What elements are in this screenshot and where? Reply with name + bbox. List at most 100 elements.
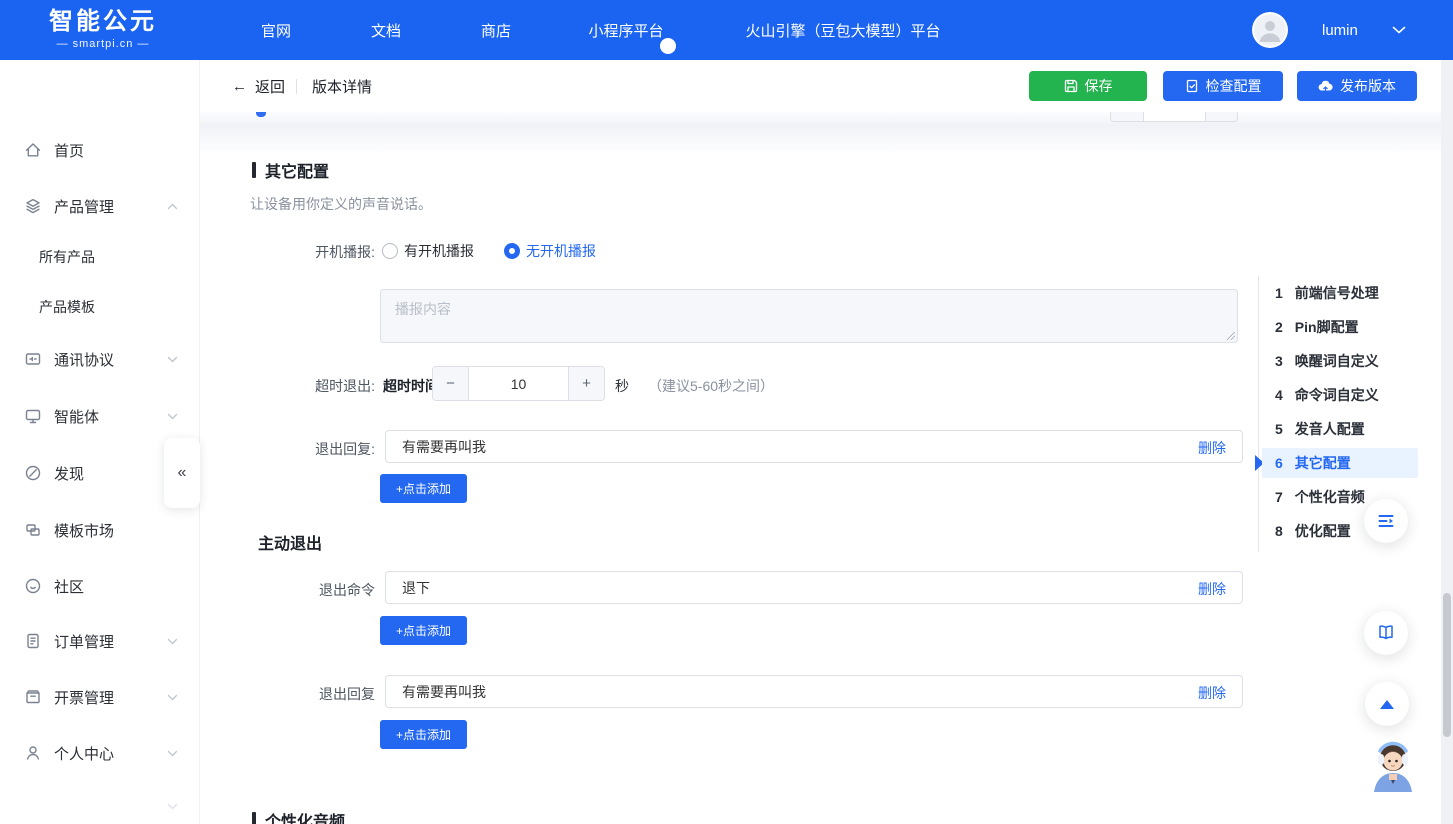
sidebar-item-protocol[interactable]: 通讯协议 (0, 339, 200, 379)
exit-command-input[interactable] (386, 572, 1162, 603)
sidebar-item-product-templates[interactable]: 产品模板 (0, 287, 200, 327)
anchor-item-2[interactable]: 2 Pin脚配置 (1262, 312, 1418, 342)
topnav-official-site[interactable]: 官网 (261, 0, 291, 60)
anchor-num: 6 (1275, 455, 1283, 471)
broadcast-content-textarea[interactable] (381, 290, 1237, 342)
brand-logo[interactable]: 智能公元 — smartpi.cn — (38, 7, 168, 51)
layers-icon (24, 197, 42, 215)
page-header: ← 返回 版本详情 保存 检查配置 发布版本 (200, 60, 1453, 112)
sidebar-item-template-market[interactable]: 模板市场 (0, 510, 200, 550)
sidebar-item-all-products[interactable]: 所有产品 (0, 237, 200, 277)
anchor-num: 5 (1275, 421, 1283, 437)
delete-link[interactable]: 删除 (1198, 579, 1226, 599)
radio-has-label: 有开机播报 (404, 241, 474, 261)
section-title-bar (252, 812, 256, 824)
radio-unchecked-icon[interactable] (382, 243, 398, 259)
chevron-down-icon (167, 750, 178, 757)
anchor-item-3[interactable]: 3 唤醒词自定义 (1262, 346, 1418, 376)
sidebar-item-label: 模板市场 (54, 520, 114, 541)
back-to-top-button[interactable] (1365, 682, 1409, 726)
home-icon (24, 141, 42, 159)
publish-version-button[interactable]: 发布版本 (1297, 71, 1417, 101)
radio-option-has-broadcast[interactable]: 有开机播报 (382, 241, 474, 261)
anchor-label: 优化配置 (1295, 521, 1351, 541)
protocol-icon (24, 350, 42, 368)
anchor-label: 命令词自定义 (1295, 385, 1379, 405)
sidebar-item-community[interactable]: 社区 (0, 566, 200, 606)
up-arrow-icon (1380, 700, 1394, 709)
section-title-personal-audio: 个性化音频 (252, 808, 345, 824)
invoice-icon (24, 688, 42, 706)
exit-reply-input[interactable] (386, 431, 1162, 462)
topnav-store[interactable]: 商店 (481, 0, 511, 60)
topnav-miniprogram[interactable]: 小程序平台 (588, 0, 663, 60)
assistant-mascot[interactable] (1364, 736, 1422, 794)
topnav-docs[interactable]: 文档 (371, 0, 401, 60)
section-title-bar (252, 162, 256, 178)
section-title-other-config: 其它配置 (252, 158, 329, 182)
sidebar-item-label: 首页 (54, 140, 84, 161)
docs-help-button[interactable] (1364, 611, 1408, 655)
sidebar-item-label: 发现 (54, 463, 84, 484)
add-reply-button[interactable]: +点击添加 (380, 474, 467, 503)
main-content: 其它配置 让设备用你定义的声音说话。 开机播报: 有开机播报 无开机播报 超时退… (200, 112, 1453, 824)
delete-link[interactable]: 删除 (1198, 438, 1226, 458)
collapse-glyph: « (178, 464, 187, 482)
outline-toggle-button[interactable] (1364, 499, 1408, 543)
anchor-item-5[interactable]: 5 发音人配置 (1262, 414, 1418, 444)
delete-link[interactable]: 删除 (1198, 683, 1226, 703)
anchor-item-6-active[interactable]: 6 其它配置 (1262, 448, 1418, 478)
radio-checked-icon[interactable] (504, 243, 520, 259)
anchor-label: 发音人配置 (1295, 419, 1365, 439)
sidebar-item-agent[interactable]: 智能体 (0, 396, 200, 436)
sidebar-item-invoicing[interactable]: 开票管理 (0, 677, 200, 717)
exit-reply2-input[interactable] (386, 676, 1162, 707)
sidebar-item-label: 社区 (54, 576, 84, 597)
add-reply2-button[interactable]: +点击添加 (380, 720, 467, 749)
next-section-title-text: 个性化音频 (265, 808, 345, 824)
back-button[interactable]: ← 返回 (232, 60, 285, 112)
sidebar-item-profile[interactable]: 个人中心 (0, 733, 200, 773)
check-config-label: 检查配置 (1206, 76, 1262, 96)
user-icon (24, 744, 42, 762)
sidebar-item-home[interactable]: 首页 (0, 130, 200, 170)
section-title-text: 其它配置 (265, 158, 329, 182)
scrollbar-track[interactable] (1441, 60, 1453, 824)
stepper-minus-button[interactable]: − (433, 367, 469, 400)
stepper-plus-button[interactable]: + (568, 367, 604, 400)
anchor-nav-line (1258, 276, 1259, 552)
chevron-down-icon (167, 638, 178, 645)
chevron-down-icon[interactable] (1392, 26, 1406, 34)
topbar: 智能公元 — smartpi.cn — 官网 文档 商店 小程序平台 火山引擎（… (0, 0, 1453, 60)
user-avatar[interactable] (1252, 12, 1288, 48)
radio-option-no-broadcast[interactable]: 无开机播报 (504, 241, 596, 261)
scrollbar-thumb[interactable] (1443, 593, 1451, 737)
clipped-stepper (1110, 112, 1238, 122)
chevron-down-icon (167, 413, 178, 420)
add-command-button[interactable]: +点击添加 (380, 616, 467, 645)
sidebar-item-label: 开票管理 (54, 687, 114, 708)
anchor-item-1[interactable]: 1 前端信号处理 (1262, 278, 1418, 308)
radio-none-label: 无开机播报 (526, 241, 596, 261)
open-book-icon (1376, 623, 1396, 643)
save-icon (1064, 79, 1078, 93)
compass-icon (24, 464, 42, 482)
username-label[interactable]: lumin (1322, 0, 1358, 60)
save-button[interactable]: 保存 (1029, 71, 1147, 101)
anchor-item-4[interactable]: 4 命令词自定义 (1262, 380, 1418, 410)
check-config-button[interactable]: 检查配置 (1163, 71, 1283, 101)
sidebar-item-product-management[interactable]: 产品管理 (0, 186, 200, 226)
publish-version-label: 发布版本 (1340, 76, 1396, 96)
brand-title: 智能公元 (38, 7, 168, 37)
anchor-label: 唤醒词自定义 (1295, 351, 1379, 371)
sidebar-collapse-button[interactable]: « (164, 438, 200, 508)
topnav-volcengine[interactable]: 火山引擎（豆包大模型）平台 (745, 0, 940, 60)
timeout-unit-label: 秒 (615, 376, 629, 396)
exit-reply-field: 删除 (385, 430, 1243, 463)
resize-grip-icon[interactable] (1227, 332, 1235, 340)
sidebar-item-orders[interactable]: 订单管理 (0, 621, 200, 661)
back-arrow-icon: ← (232, 78, 247, 95)
timeout-value-input[interactable] (469, 367, 568, 400)
broadcast-textarea-wrap (380, 289, 1238, 343)
sidebar-item-extra[interactable] (0, 786, 200, 824)
